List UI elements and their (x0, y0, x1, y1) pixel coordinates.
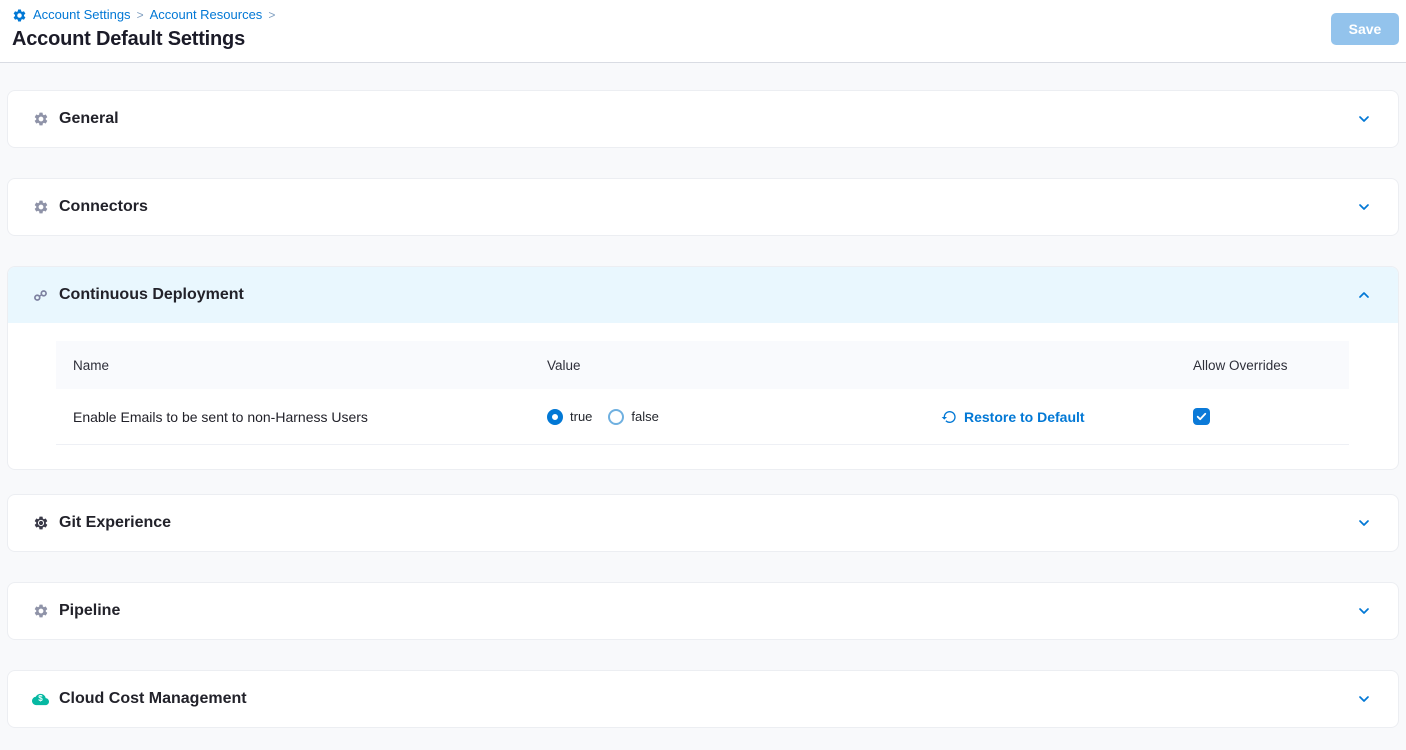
settings-table: Name Value Allow Overrides Enable Emails… (8, 323, 1398, 469)
radio-option-true[interactable]: true (547, 409, 592, 425)
cloud-dollar-icon: $ (32, 691, 49, 708)
section-continuous-deployment: Continuous Deployment Name Value Allow O… (7, 266, 1399, 470)
gear-outline-icon (32, 515, 49, 532)
setting-name: Enable Emails to be sent to non-Harness … (73, 409, 547, 425)
save-button[interactable]: Save (1331, 13, 1399, 45)
section-general-header[interactable]: General (8, 91, 1398, 147)
section-title: Continuous Deployment (59, 286, 244, 304)
radio-unselected-icon[interactable] (608, 409, 624, 425)
section-git-experience-header[interactable]: Git Experience (8, 495, 1398, 551)
chevron-down-icon[interactable] (1356, 111, 1372, 127)
dollar-glyph: $ (32, 692, 49, 706)
column-header-allow-overrides: Allow Overrides (1193, 358, 1349, 373)
radio-label: false (631, 409, 658, 424)
page-title: Account Default Settings (12, 28, 1394, 51)
section-title: Cloud Cost Management (59, 690, 247, 708)
section-cloud-cost-management: $ Cloud Cost Management (7, 670, 1399, 728)
value-radio-group: true false (547, 409, 659, 425)
chevron-down-icon[interactable] (1356, 199, 1372, 215)
section-git-experience: Git Experience (7, 494, 1399, 552)
section-title: General (59, 110, 119, 128)
breadcrumb-separator: > (137, 6, 144, 24)
cd-link-icon (32, 287, 49, 304)
radio-label: true (570, 409, 592, 424)
section-cloud-cost-management-header[interactable]: $ Cloud Cost Management (8, 671, 1398, 727)
chevron-down-icon[interactable] (1356, 691, 1372, 707)
gear-icon (32, 199, 49, 216)
settings-list: General Connectors Continuous Deployment (0, 63, 1406, 728)
breadcrumb-account-resources[interactable]: Account Resources (150, 6, 263, 24)
radio-selected-icon[interactable] (547, 409, 563, 425)
section-title: Connectors (59, 198, 148, 216)
section-connectors: Connectors (7, 178, 1399, 236)
section-pipeline: Pipeline (7, 582, 1399, 640)
section-general: General (7, 90, 1399, 148)
settings-gear-icon (12, 8, 27, 23)
breadcrumb-account-settings[interactable]: Account Settings (33, 6, 131, 24)
breadcrumb-separator: > (268, 6, 275, 24)
section-title: Git Experience (59, 514, 171, 532)
page-header: Account Settings > Account Resources > A… (0, 0, 1406, 63)
allow-overrides-checkbox[interactable] (1193, 408, 1210, 425)
section-title: Pipeline (59, 602, 120, 620)
chevron-down-icon[interactable] (1356, 603, 1372, 619)
chevron-up-icon[interactable] (1356, 287, 1372, 303)
restore-label: Restore to Default (964, 409, 1085, 425)
restore-icon (941, 409, 957, 425)
restore-to-default-link[interactable]: Restore to Default (941, 409, 1085, 425)
table-row: Enable Emails to be sent to non-Harness … (56, 389, 1349, 445)
column-header-name: Name (73, 358, 547, 373)
section-connectors-header[interactable]: Connectors (8, 179, 1398, 235)
section-continuous-deployment-header[interactable]: Continuous Deployment (8, 267, 1398, 323)
gear-icon (32, 111, 49, 128)
gear-icon (32, 603, 49, 620)
breadcrumb: Account Settings > Account Resources > (12, 6, 1394, 24)
chevron-down-icon[interactable] (1356, 515, 1372, 531)
column-header-value: Value (547, 358, 941, 373)
table-header-row: Name Value Allow Overrides (56, 341, 1349, 389)
radio-option-false[interactable]: false (608, 409, 658, 425)
section-pipeline-header[interactable]: Pipeline (8, 583, 1398, 639)
